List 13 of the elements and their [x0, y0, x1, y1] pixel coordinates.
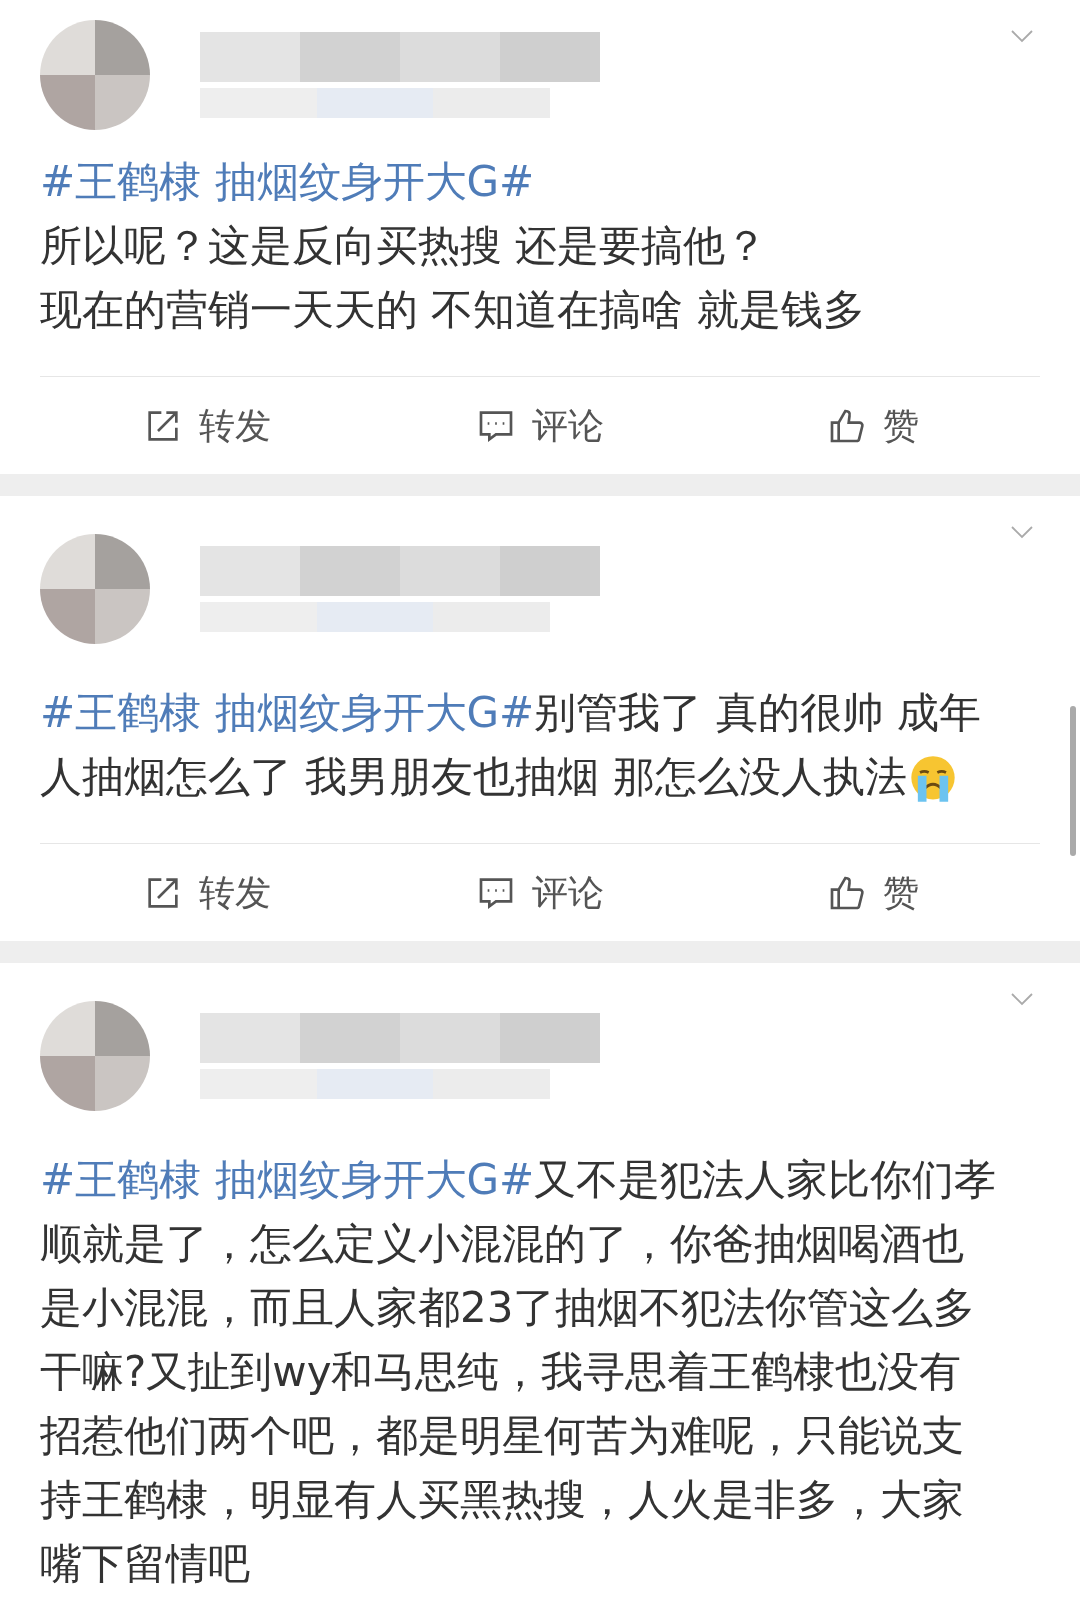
post-text: #王鹤棣 抽烟纹身开大G#别管我了 真的很帅 成年人抽烟怎么了 我男朋友也抽烟 那怎么没人执法 [40, 681, 1000, 809]
like-button[interactable]: 赞 [706, 377, 1040, 474]
comment-button[interactable]: 评论 [373, 844, 707, 941]
repost-button[interactable]: 转发 [40, 377, 374, 474]
hashtag-link[interactable]: #王鹤棣 抽烟纹身开大G# [40, 1155, 535, 1204]
like-button[interactable]: 赞 [706, 844, 1040, 941]
post-text: 所以呢？这是反向买热搜 还是要搞他？ [40, 220, 769, 272]
hashtag-link[interactable]: #王鹤棣 抽烟纹身开大G# [40, 688, 535, 737]
repost-button[interactable]: 转发 [40, 844, 374, 941]
post-text: #王鹤棣 抽烟纹身开大G#又不是犯法人家比你们孝顺就是了，怎么定义小混混的了，你爸抽烟喝酒也是小混混，而且人家都23了抽烟不犯法你管这么多干嘛?又扯到wy和马思纯，我寻思着王鹤棣也没有招惹他们两个吧，都是明星何苦为难呢，只能说支持王鹤棣，明显有人买黑热搜，人火是非多，大家嘴下留情吧 [40, 1154, 998, 1590]
hashtag-link[interactable]: #王鹤棣 抽烟纹身开大G# [40, 157, 535, 206]
post-text: 现在的营销一天天的 不知道在搞啥 就是钱多 [40, 284, 866, 336]
comment-button[interactable]: 评论 [373, 377, 707, 474]
